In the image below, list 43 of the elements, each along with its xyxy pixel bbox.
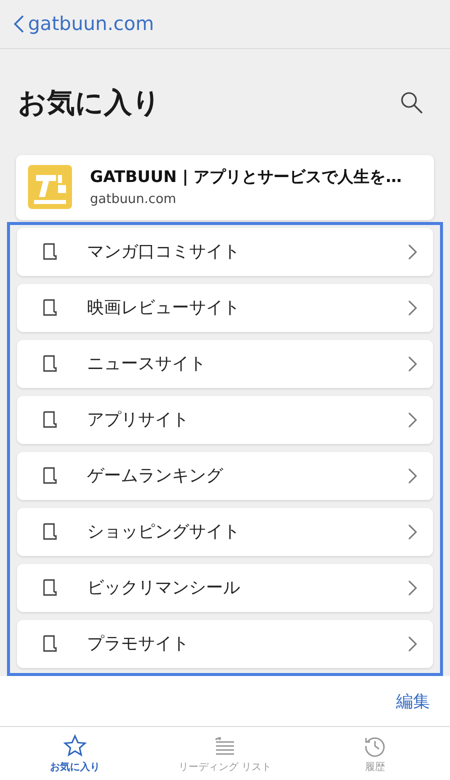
book-icon — [43, 635, 57, 652]
edit-link[interactable]: 編集 — [396, 690, 430, 713]
search-icon[interactable] — [400, 91, 424, 116]
back-link[interactable]: gatbuun.com — [14, 13, 154, 36]
chevron-right-icon — [408, 580, 417, 596]
folder-name: マンガ口コミサイト — [87, 241, 241, 264]
folder-row[interactable]: ニュースサイト — [17, 340, 433, 388]
folder-row[interactable]: ゲームランキング — [17, 452, 433, 500]
chevron-right-icon — [408, 356, 417, 372]
book-icon — [43, 355, 57, 372]
book-icon — [43, 411, 57, 428]
site-logo-icon — [28, 165, 72, 210]
folder-name: プラモサイト — [87, 633, 190, 656]
folder-row[interactable]: アプリサイト — [17, 396, 433, 444]
folder-row[interactable]: ショッピングサイト — [17, 508, 433, 556]
chevron-right-icon — [408, 412, 417, 428]
chevron-left-icon — [14, 15, 24, 34]
chevron-right-icon — [408, 468, 417, 484]
folder-row[interactable]: 映画レビューサイト — [17, 284, 433, 332]
book-icon — [43, 579, 57, 596]
chevron-right-icon — [408, 636, 417, 652]
folder-name: 映画レビューサイト — [87, 297, 241, 320]
chevron-right-icon — [408, 300, 417, 316]
book-icon — [43, 467, 57, 484]
chevron-right-icon — [408, 524, 417, 540]
folder-name: ニュースサイト — [87, 353, 207, 376]
folder-name: アプリサイト — [87, 409, 190, 432]
folder-name: ショッピングサイト — [87, 521, 241, 544]
folder-row[interactable]: プラモサイト — [17, 620, 433, 668]
book-icon — [43, 299, 57, 316]
chevron-right-icon — [408, 244, 417, 260]
star-icon — [63, 734, 87, 758]
site-card[interactable]: GATBUUN | アプリとサービスで人生を… gatbuun.com — [16, 154, 434, 220]
site-url: gatbuun.com — [90, 192, 178, 208]
page-title: お気に入り — [18, 85, 161, 122]
folder-row[interactable]: マンガ口コミサイト — [17, 228, 433, 276]
book-icon — [43, 523, 57, 540]
book-icon — [43, 243, 57, 260]
folder-name: ゲームランキング — [87, 465, 224, 488]
tab[interactable]: お気に入り — [0, 727, 150, 780]
site-title: GATBUUN | アプリとサービスで人生を… — [90, 167, 402, 188]
folder-row[interactable]: ビックリマンシール — [17, 564, 433, 612]
folder-name: ビックリマンシール — [87, 577, 241, 600]
